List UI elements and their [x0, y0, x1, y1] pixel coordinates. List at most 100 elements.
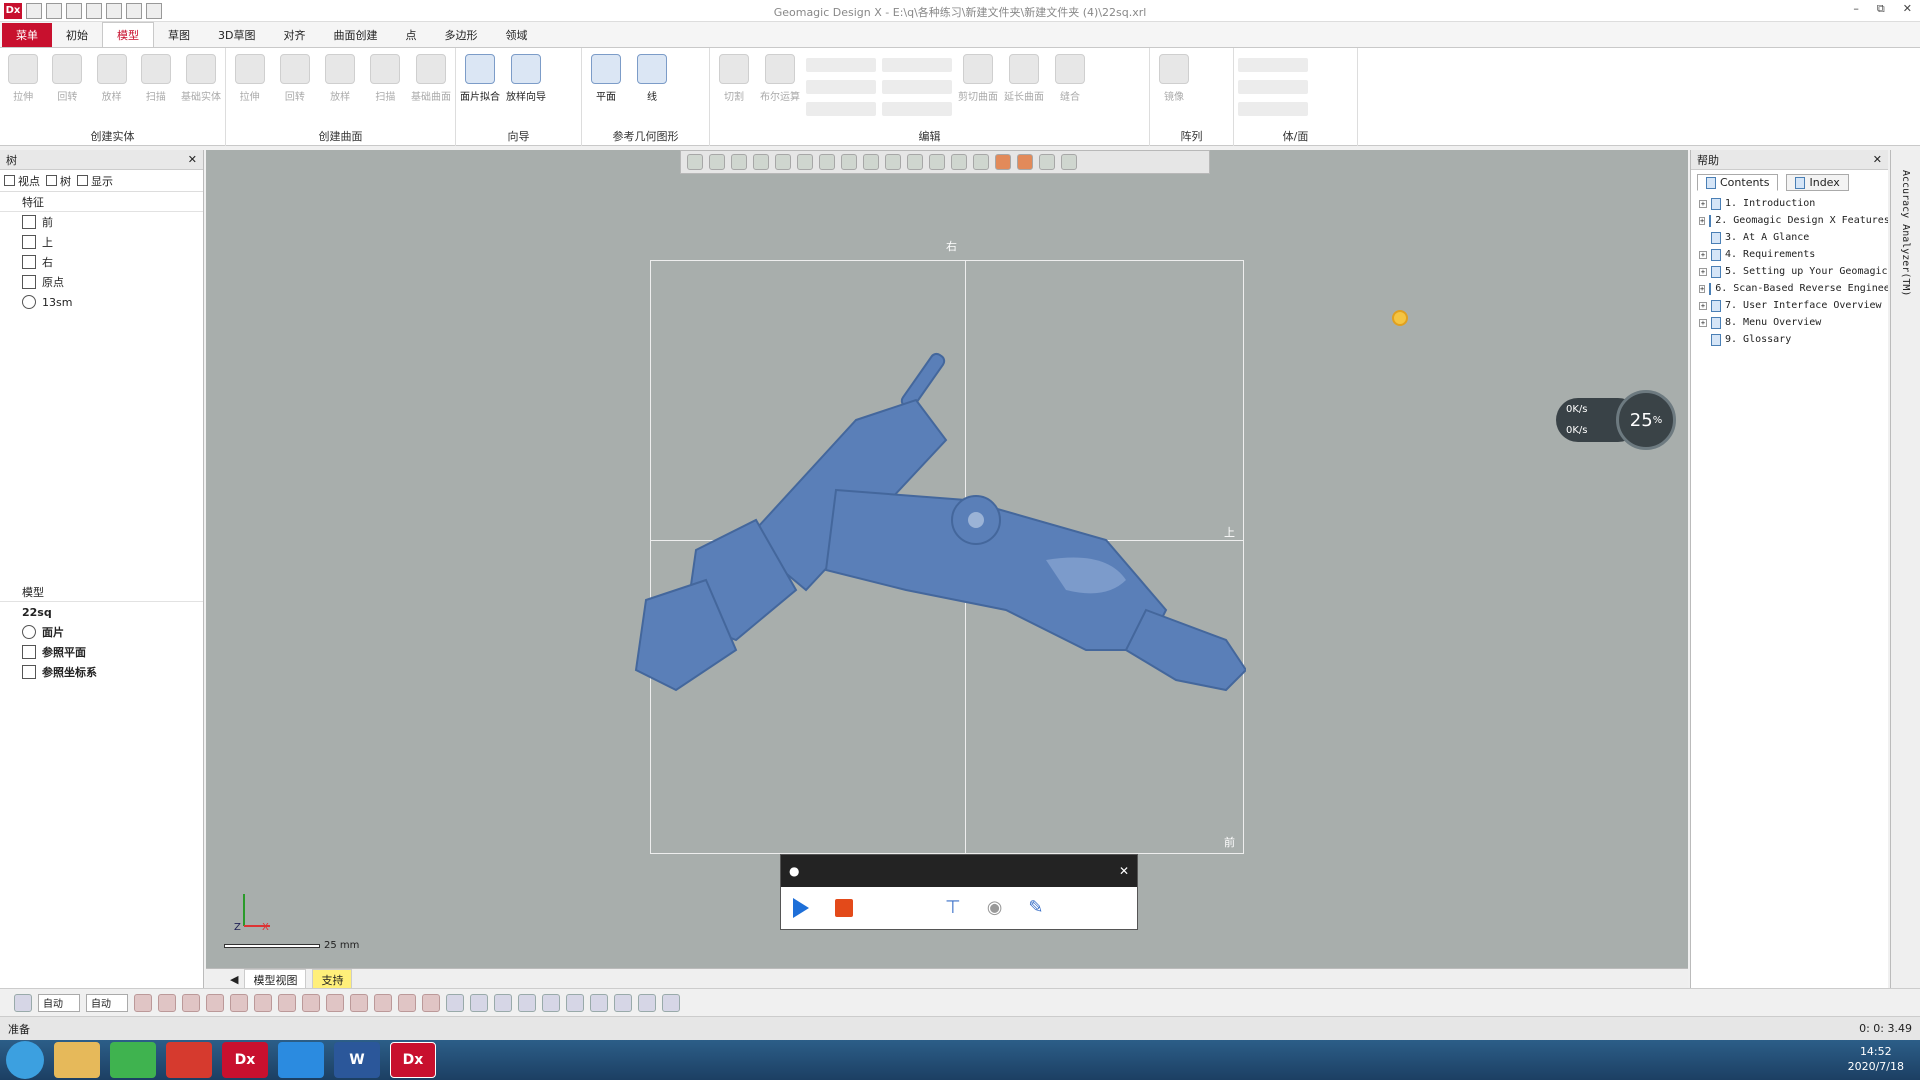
help-item[interactable]: +1. Introduction [1691, 195, 1888, 212]
emboss-button[interactable] [882, 102, 952, 116]
view-plane-icon[interactable] [731, 154, 747, 170]
loft-surface-tool[interactable]: 放样 [321, 54, 360, 103]
help-item[interactable]: +5. Setting up Your Geomagic [1691, 263, 1888, 280]
tab-align[interactable]: 对齐 [269, 23, 319, 47]
split-face-button[interactable] [1238, 102, 1308, 116]
tab-index[interactable]: Index [1786, 174, 1849, 191]
expand-icon[interactable]: + [1699, 267, 1707, 276]
view-top-icon[interactable] [797, 154, 813, 170]
new-file-icon[interactable] [26, 2, 42, 19]
filter-region-icon[interactable] [302, 993, 320, 1012]
pin-icon[interactable]: ⊤ [945, 897, 961, 918]
plane-tool[interactable]: 平面 [586, 54, 626, 103]
model-viewport[interactable]: 右 上 前 X Z 25 mm ● ✕ ⊤ ◉ ✎ [206, 150, 1688, 968]
draft-button[interactable] [806, 102, 876, 116]
convert-body-button[interactable] [1238, 58, 1308, 72]
help-item[interactable]: +2. Geomagic Design X Features [1691, 212, 1888, 229]
minimize-button[interactable]: – [1853, 2, 1859, 16]
sweep-surface-tool[interactable]: 扫描 [366, 54, 405, 103]
design-x-taskbar-icon[interactable]: Dx [222, 1042, 268, 1078]
select-rect-icon[interactable] [885, 154, 901, 170]
line-tool[interactable]: 线 [632, 54, 672, 103]
cpu-gauge[interactable]: 25% [1616, 390, 1676, 450]
extrude-surface-tool[interactable]: 拉伸 [230, 54, 269, 103]
browser-icon[interactable] [278, 1042, 324, 1078]
filter-face-icon[interactable] [206, 993, 224, 1012]
chamfer-button[interactable] [806, 80, 876, 94]
help-item[interactable]: +3. At A Glance [1691, 229, 1888, 246]
stop-icon[interactable] [835, 898, 853, 917]
select-line-icon[interactable] [863, 154, 879, 170]
help-item[interactable]: +6. Scan-Based Reverse Engineering [1691, 280, 1888, 297]
primitive-surface-tool[interactable]: 基础曲面 [411, 54, 451, 103]
view-pan-icon[interactable] [542, 993, 560, 1012]
expand-icon[interactable]: + [1699, 199, 1707, 208]
sweep-solid-tool[interactable]: 扫描 [137, 54, 175, 103]
view-fit-icon[interactable] [470, 993, 488, 1012]
expand-icon[interactable]: + [1699, 301, 1707, 310]
save-icon[interactable] [66, 2, 82, 19]
tab-initial[interactable]: 初始 [52, 23, 102, 47]
model-item-ref-csys[interactable]: 参照坐标系 [0, 662, 203, 682]
boolean-tool[interactable]: 布尔运算 [760, 54, 800, 103]
recorder-close-button[interactable]: ✕ [1119, 864, 1129, 878]
loft-wizard-tool[interactable]: 放样向导 [506, 54, 546, 103]
tree-item-origin[interactable]: 原点 [0, 272, 203, 292]
filter-points-icon[interactable] [182, 993, 200, 1012]
filter-vertex-icon[interactable] [254, 993, 272, 1012]
design-x-active-icon[interactable]: Dx [390, 1042, 436, 1078]
tab-polygon[interactable]: 多边形 [430, 23, 491, 47]
view-pipe-icon[interactable] [841, 154, 857, 170]
view-section-icon[interactable] [753, 154, 769, 170]
select-extend-icon[interactable] [1039, 154, 1055, 170]
wechat-icon[interactable] [110, 1042, 156, 1078]
mirror-tool[interactable]: 镜像 [1154, 54, 1194, 103]
tab-point[interactable]: 点 [391, 23, 430, 47]
view-iso-icon[interactable] [446, 993, 464, 1012]
filter-curve-icon[interactable] [278, 993, 296, 1012]
tab-contents[interactable]: Contents [1697, 174, 1779, 191]
extend-surface-tool[interactable]: 延长曲面 [1004, 54, 1044, 103]
view-rotate-icon[interactable] [518, 993, 536, 1012]
revolve-solid-tool[interactable]: 回转 [48, 54, 86, 103]
filter-body-icon[interactable] [326, 993, 344, 1012]
panel-close-icon[interactable]: ✕ [188, 153, 197, 166]
tabs-scroll-left-icon[interactable]: ◀ [230, 973, 238, 986]
import-icon[interactable] [86, 2, 102, 19]
filter-mesh-icon[interactable] [158, 993, 176, 1012]
view-front-icon[interactable] [775, 154, 791, 170]
fillet-button[interactable] [806, 58, 876, 72]
tab-menu[interactable]: 菜单 [2, 23, 52, 47]
filter-edge-icon[interactable] [230, 993, 248, 1012]
filter-plane-icon[interactable] [350, 993, 368, 1012]
start-button[interactable] [6, 1041, 44, 1079]
help-item[interactable]: +4. Requirements [1691, 246, 1888, 263]
measure-angle-icon[interactable] [638, 993, 656, 1012]
close-button[interactable]: ✕ [1903, 2, 1912, 16]
model-root[interactable]: 22sq [0, 602, 203, 622]
thicken-button[interactable] [882, 80, 952, 94]
tree-item-right[interactable]: 右 [0, 252, 203, 272]
shell-button[interactable] [882, 58, 952, 72]
filter-ref-icon[interactable] [398, 993, 416, 1012]
mesh-fit-tool[interactable]: 面片拟合 [460, 54, 500, 103]
select-active-icon[interactable] [995, 154, 1011, 170]
filter-eye-icon[interactable] [134, 993, 152, 1012]
view-box-icon[interactable] [566, 993, 584, 1012]
expand-icon[interactable]: + [1699, 216, 1706, 225]
help-close-icon[interactable]: ✕ [1873, 153, 1882, 166]
expand-icon[interactable]: + [1699, 250, 1707, 259]
file-explorer-icon[interactable] [54, 1042, 100, 1078]
select-polygon-icon[interactable] [929, 154, 945, 170]
help-item[interactable]: +8. Menu Overview [1691, 314, 1888, 331]
revolve-surface-tool[interactable]: 回转 [275, 54, 314, 103]
folder-icon[interactable] [106, 2, 122, 19]
extrude-solid-tool[interactable]: 拉伸 [4, 54, 42, 103]
tab-surface-create[interactable]: 曲面创建 [319, 23, 391, 47]
model-item-mesh[interactable]: 面片 [0, 622, 203, 642]
view-zoom-icon[interactable] [494, 993, 512, 1012]
scanned-model[interactable] [606, 350, 1246, 730]
expand-icon[interactable]: + [1699, 318, 1707, 327]
tab-tree[interactable]: 树 [46, 173, 71, 189]
select-brush-icon[interactable] [973, 154, 989, 170]
